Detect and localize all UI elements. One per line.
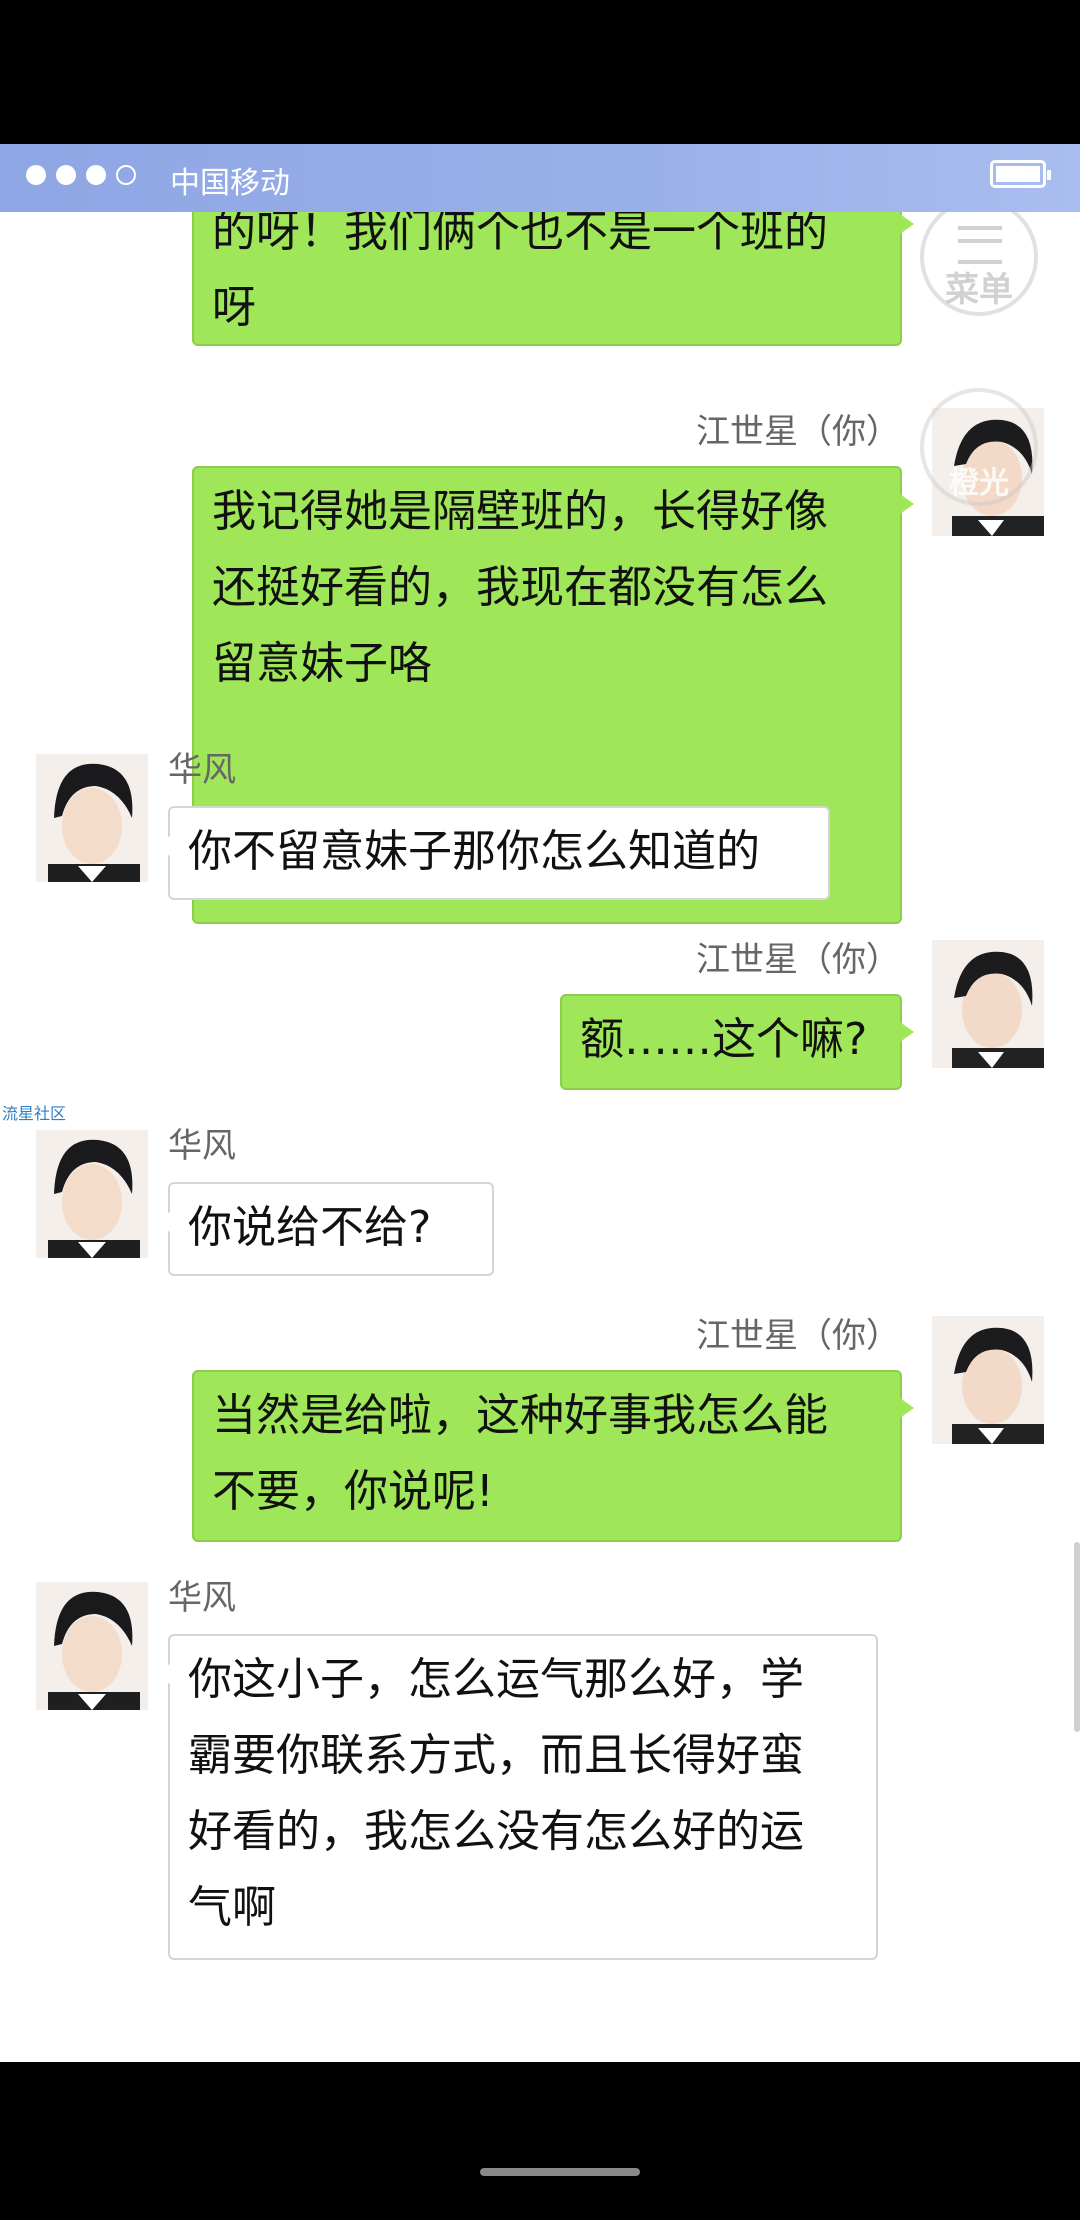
message-bubble-other: 你说给不给? [156, 1182, 494, 1276]
sender-name-mine: 江世星（你） [696, 940, 900, 980]
sender-name-other: 华风 [168, 750, 236, 790]
bottom-black-bar [0, 2062, 1080, 2220]
chat-area[interactable]: 的呀！我们俩个也不是一个班的 呀 菜单 江世星（你） 橙光 我记得她是隔壁班的，… [0, 212, 1080, 2062]
carrier-label: 中国移动 [170, 166, 290, 201]
message-bubble-mine: 当然是给啦，这种好事我怎么能 不要，你说呢! [192, 1370, 914, 1542]
message-bubble-other: 你这小子，怎么运气那么好，学 霸要你联系方式，而且长得好蛮 好看的，我怎么没有怎… [156, 1634, 878, 1960]
status-bar: 中国移动 [0, 144, 1080, 212]
side-label: 流星社区 [2, 1104, 67, 1123]
avatar-other[interactable] [36, 754, 148, 882]
battery-icon [990, 160, 1051, 188]
sender-name-other: 华风 [168, 1578, 236, 1618]
menu-label: 菜单 [945, 270, 1013, 310]
top-black-bar [0, 0, 1080, 144]
message-bubble-mine: 的呀！我们俩个也不是一个班的 呀 [192, 212, 914, 346]
avatar-other[interactable] [36, 1582, 148, 1710]
menu-icon [958, 226, 1002, 264]
sender-name-mine: 江世星（你） [696, 412, 900, 452]
signal-icon [26, 165, 136, 185]
home-indicator[interactable] [480, 2168, 640, 2176]
avatar-other[interactable] [36, 1130, 148, 1258]
sender-name-other: 华风 [168, 1126, 236, 1166]
menu-button[interactable]: 菜单 [920, 212, 1038, 316]
message-bubble-other: 你不留意妹子那你怎么知道的 [156, 806, 830, 900]
scrollbar[interactable] [1074, 1542, 1080, 1732]
avatar-mine[interactable] [932, 1316, 1044, 1444]
avatar-mine[interactable] [932, 940, 1044, 1068]
logo-watermark: 橙光 [920, 388, 1038, 506]
logo-label: 橙光 [949, 466, 1009, 501]
message-bubble-mine: 额……这个嘛? [560, 994, 914, 1090]
sender-name-mine: 江世星（你） [696, 1316, 900, 1356]
